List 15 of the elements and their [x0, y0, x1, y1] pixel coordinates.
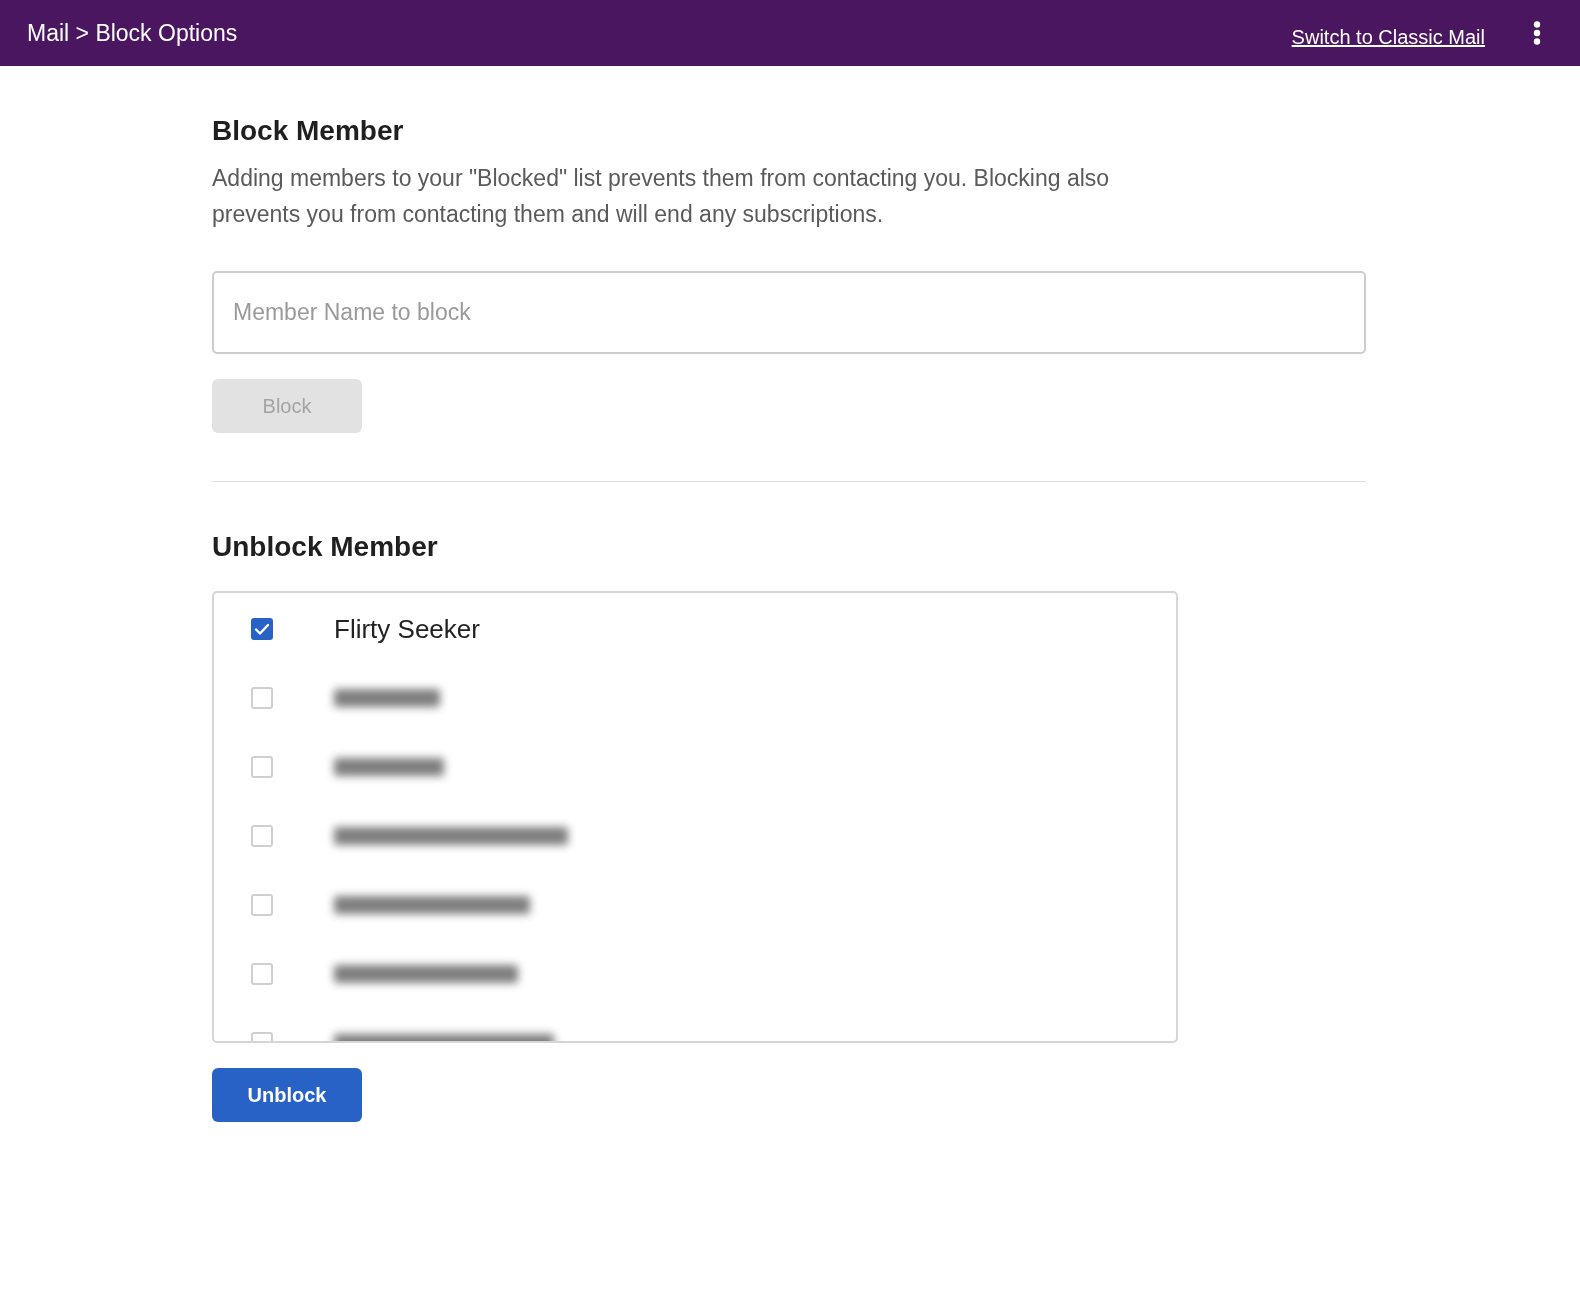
member-name-field[interactable]: Member Name to block — [212, 271, 1366, 354]
member-name: Flirty Seeker — [334, 615, 480, 642]
unblock-button[interactable]: Unblock — [212, 1068, 362, 1122]
description: Adding members to your "Blocked" list prevents them from contacting you. Blocking also prevents you from contacting them and will end any subscriptions. — [212, 164, 1111, 229]
checkbox[interactable] — [251, 962, 273, 985]
classic-mail-link[interactable]: Switch to Classic Mail — [1291, 21, 1485, 52]
section-title: Unblock Member — [212, 530, 438, 564]
section-title: Block Member — [212, 114, 404, 148]
checkbox[interactable] — [251, 824, 273, 847]
breadcrumb: Mail > Block Options — [27, 18, 238, 48]
checkbox[interactable] — [251, 617, 273, 640]
checkbox[interactable] — [251, 686, 273, 709]
more-icon[interactable] — [1533, 21, 1541, 45]
checkbox[interactable] — [251, 755, 273, 778]
checkbox[interactable] — [251, 893, 273, 916]
